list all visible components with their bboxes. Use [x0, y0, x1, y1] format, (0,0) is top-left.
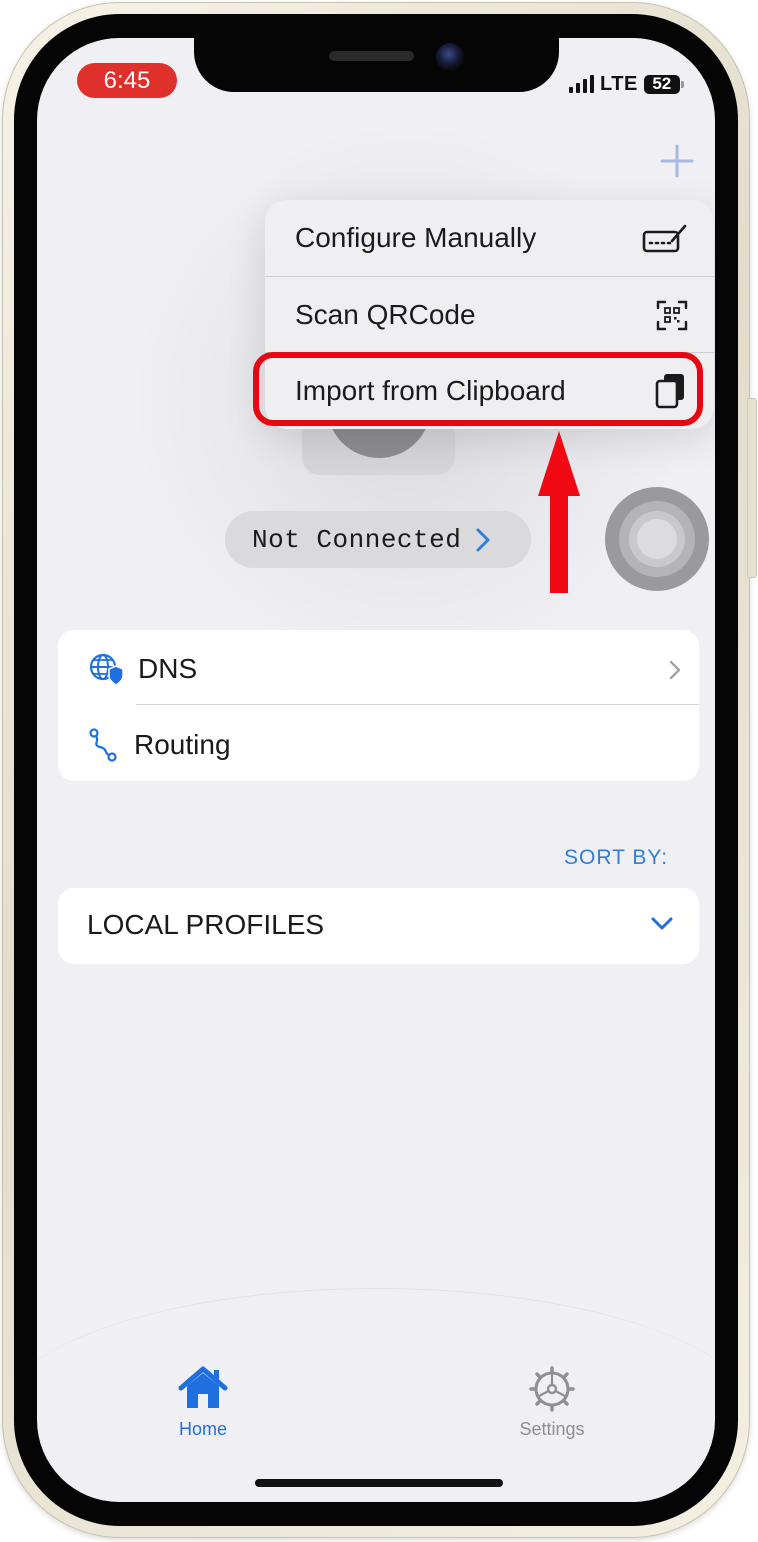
front-camera — [436, 43, 464, 71]
status-indicators: LTE 52 — [569, 72, 684, 96]
list-item-dns[interactable]: DNS — [88, 649, 681, 689]
earpiece-speaker — [329, 51, 414, 61]
menu-item-label: Configure Manually — [295, 222, 537, 253]
status-time: 6:45 — [77, 63, 177, 98]
route-icon — [89, 728, 117, 762]
tab-home[interactable]: Home — [163, 1366, 243, 1446]
chevron-right-icon — [476, 528, 490, 551]
connection-status-button[interactable]: Not Connected — [225, 511, 531, 568]
cellular-signal-icon — [569, 75, 594, 93]
tab-settings[interactable]: Settings — [509, 1366, 595, 1446]
keyboard-pencil-icon — [642, 224, 687, 253]
battery-icon: 52 — [643, 74, 684, 94]
tab-label: Home — [178, 1419, 227, 1439]
plus-icon — [660, 144, 694, 178]
section-header: LOCAL PROFILES — [87, 909, 325, 940]
arrow-shaft-annotation — [550, 483, 568, 593]
menu-item-scan-qrcode[interactable]: Scan QRCode — [265, 277, 714, 353]
row-separator — [136, 704, 699, 705]
tab-bar-background — [37, 1288, 715, 1502]
connection-status-text: Not Connected — [252, 524, 462, 555]
assistive-touch-button[interactable] — [605, 487, 709, 591]
sort-by-button[interactable]: SORT BY: — [564, 846, 668, 870]
network-type: LTE — [600, 72, 638, 95]
menu-item-label: Scan QRCode — [295, 299, 476, 330]
tab-label: Settings — [519, 1419, 585, 1439]
home-indicator — [255, 1479, 503, 1487]
highlight-box — [253, 352, 703, 426]
list-item-routing[interactable]: Routing — [88, 725, 678, 765]
list-item-label: DNS — [138, 653, 198, 684]
notch — [194, 38, 559, 92]
globe-shield-icon — [89, 653, 124, 686]
chevron-right-icon — [669, 660, 681, 680]
power-side-button — [747, 398, 757, 578]
add-profile-button[interactable] — [659, 143, 695, 179]
house-icon — [178, 1366, 228, 1408]
app-screen: 6:45 LTE 52 Not Connected Configure Manu… — [37, 38, 715, 1502]
list-item-label: Routing — [134, 729, 231, 760]
local-profiles-section[interactable]: LOCAL PROFILES — [58, 888, 699, 964]
menu-item-configure-manually[interactable]: Configure Manually — [265, 200, 714, 276]
network-settings-card: DNS Routing — [58, 630, 699, 781]
gear-icon — [529, 1366, 575, 1412]
chevron-down-icon — [651, 917, 673, 930]
battery-level: 52 — [652, 74, 672, 93]
qrcode-viewfinder-icon — [656, 300, 688, 331]
